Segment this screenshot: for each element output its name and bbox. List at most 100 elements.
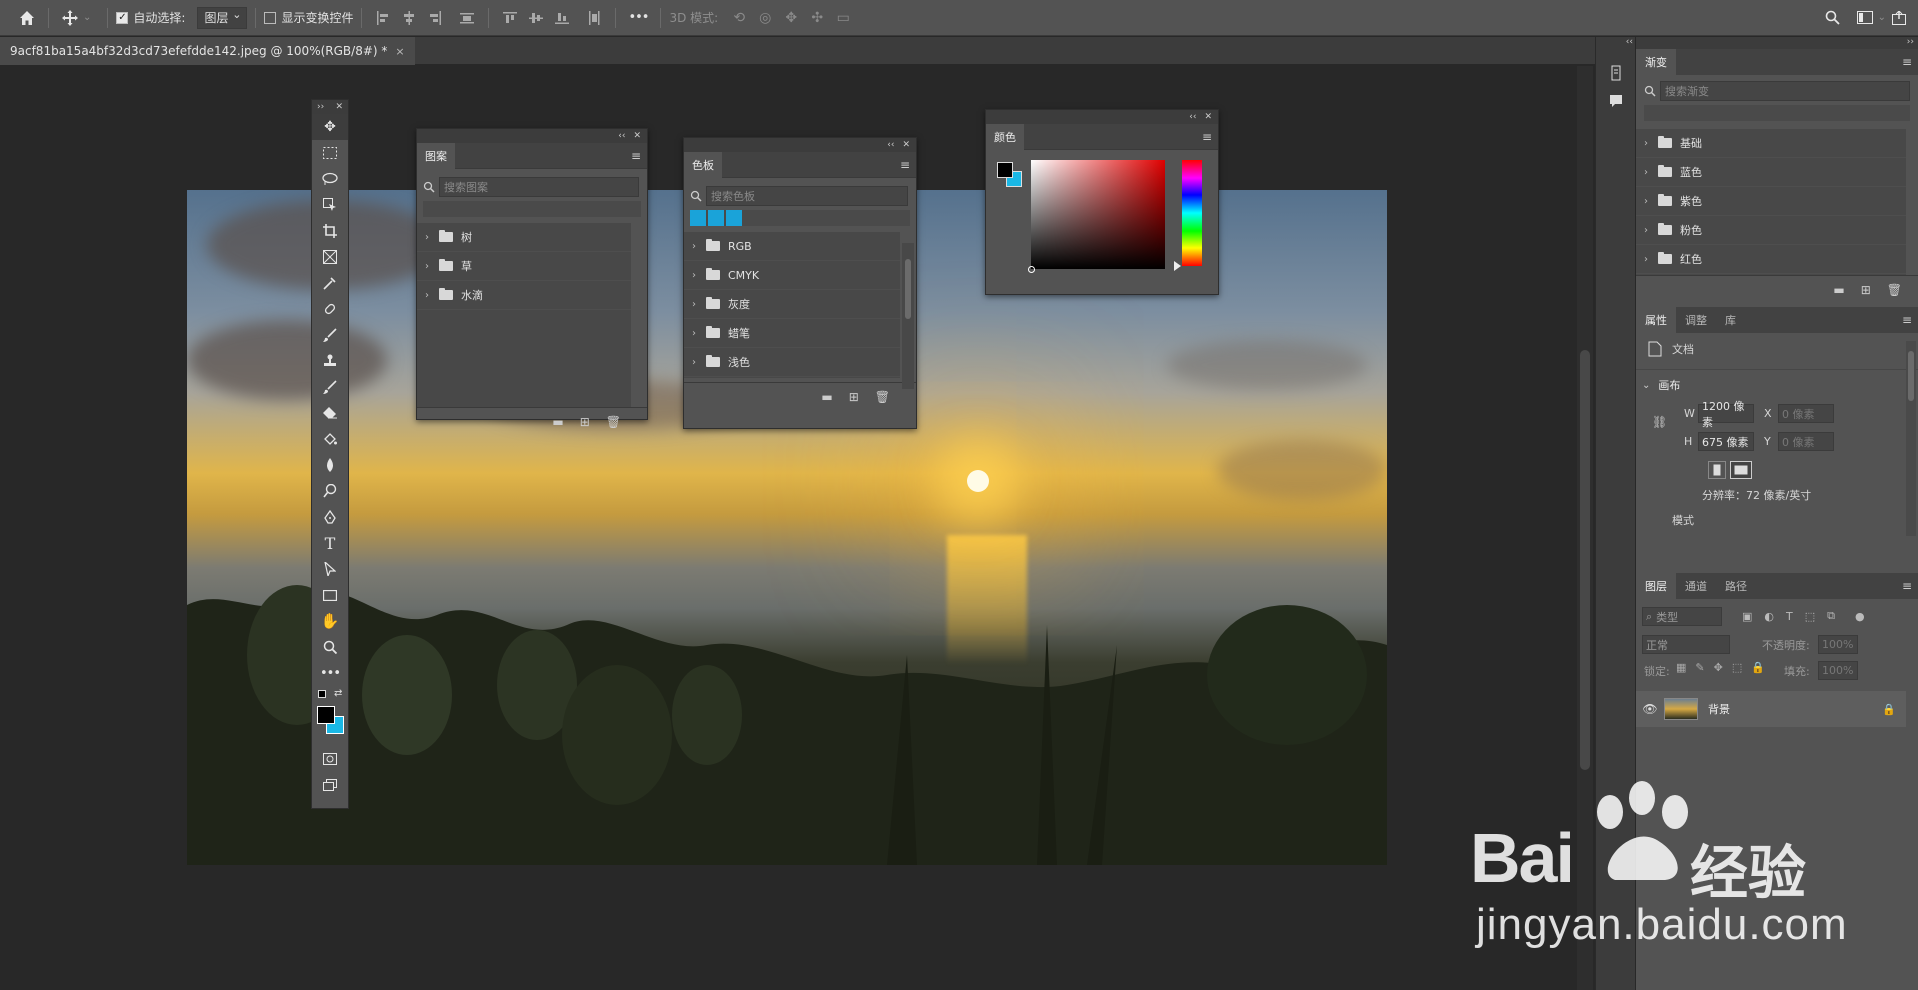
list-item[interactable]: › 水滴 (417, 281, 631, 310)
panel-menu-icon[interactable]: ≡ (1902, 55, 1912, 69)
hue-slider[interactable] (1182, 160, 1202, 266)
frame-tool[interactable] (312, 244, 348, 270)
chevron-right-icon[interactable]: › (692, 357, 698, 368)
clone-stamp-tool[interactable] (312, 348, 348, 374)
eyedropper-tool[interactable] (312, 270, 348, 296)
marquee-tool[interactable] (312, 140, 348, 166)
3d-pan-icon[interactable]: ✥ (778, 5, 804, 31)
expand-icon[interactable]: ›› (1636, 37, 1918, 49)
trash-icon[interactable]: 🗑 (606, 415, 621, 429)
tab-layers[interactable]: 图层 (1636, 573, 1676, 599)
tab-color[interactable]: 颜色 (986, 123, 1024, 150)
trash-icon[interactable]: 🗑 (875, 390, 890, 404)
history-brush-tool[interactable] (312, 374, 348, 400)
collapse-icon[interactable]: ›› (317, 102, 324, 112)
close-icon[interactable]: × (395, 45, 404, 58)
fill-field[interactable]: 100% (1818, 661, 1858, 680)
swap-colors-icon[interactable]: ⇄ (334, 688, 342, 699)
collapse-icon[interactable]: ‹‹ (1596, 37, 1635, 49)
move-tool[interactable]: ✥ (312, 114, 348, 140)
properties-scrollbar[interactable] (1906, 341, 1916, 536)
brush-tool[interactable] (312, 322, 348, 348)
collapse-icon[interactable]: ‹‹ (618, 131, 625, 141)
chevron-right-icon[interactable]: › (425, 261, 431, 272)
quick-mask-icon[interactable] (312, 746, 348, 772)
share-icon[interactable] (1886, 5, 1912, 31)
panel-titlebar[interactable]: ‹‹ ✕ (986, 110, 1218, 124)
tab-libraries[interactable]: 库 (1716, 307, 1745, 333)
foreground-color-chip[interactable] (997, 162, 1013, 178)
image-filter-icon[interactable]: ▣ (1742, 610, 1752, 623)
new-group-icon[interactable]: ▬ (821, 390, 832, 404)
link-icon[interactable]: ⛓ (1652, 415, 1667, 429)
recent-swatch[interactable] (726, 210, 742, 226)
canvas-section-header[interactable]: ⌄ 画布 (1642, 377, 1680, 393)
list-item[interactable]: › 树 (417, 223, 631, 252)
tab-properties[interactable]: 属性 (1636, 307, 1676, 333)
history-icon[interactable] (1596, 59, 1636, 87)
chevron-right-icon[interactable]: › (692, 270, 698, 281)
lock-position-icon[interactable]: ✥ (1714, 661, 1723, 674)
layer-row[interactable]: 👁 背景 🔒 (1636, 691, 1906, 727)
list-item[interactable]: › 基础 (1636, 129, 1906, 158)
saturation-brightness-field[interactable] (1031, 160, 1165, 269)
new-item-icon[interactable]: ⊞ (580, 415, 590, 429)
shape-filter-icon[interactable]: ⬚ (1805, 610, 1815, 623)
move-tool-icon[interactable] (57, 5, 83, 31)
3d-roll-icon[interactable]: ◎ (752, 5, 778, 31)
portrait-orientation-icon[interactable] (1708, 461, 1726, 479)
lock-all-icon[interactable]: 🔒 (1751, 661, 1765, 674)
align-vcenter-icon[interactable] (523, 5, 549, 31)
lock-pixels-icon[interactable]: ✎ (1695, 661, 1704, 674)
new-group-icon[interactable]: ▬ (1833, 283, 1844, 297)
zoom-tool[interactable] (312, 634, 348, 660)
list-item[interactable]: › 草 (417, 252, 631, 281)
3d-camera-icon[interactable]: ▭ (830, 5, 856, 31)
home-icon[interactable] (14, 5, 40, 31)
list-item[interactable]: › 红色 (1636, 245, 1906, 274)
swatch-search-input[interactable]: 搜索色板 (706, 186, 908, 206)
tab-gradients[interactable]: 渐变 (1636, 49, 1676, 75)
chevron-down-icon[interactable]: ⌄ (1642, 380, 1650, 391)
blend-mode-dropdown[interactable]: 正常 (1642, 635, 1730, 654)
object-select-tool[interactable] (312, 192, 348, 218)
chevron-down-icon[interactable]: ⌄ (83, 12, 91, 23)
tab-adjustments[interactable]: 调整 (1676, 307, 1716, 333)
close-icon[interactable]: ✕ (633, 131, 641, 141)
chevron-right-icon[interactable]: › (692, 299, 698, 310)
lock-transparency-icon[interactable]: ▦ (1676, 661, 1686, 674)
list-item[interactable]: › RGB (684, 232, 900, 261)
close-icon[interactable]: ✕ (902, 140, 910, 150)
workspace-icon[interactable] (1852, 5, 1878, 31)
distribute-vertical-icon[interactable] (581, 5, 607, 31)
collapse-icon[interactable]: ‹‹ (1189, 112, 1196, 122)
eraser-tool[interactable] (312, 400, 348, 426)
panel-titlebar[interactable]: ‹‹ ✕ (417, 129, 647, 143)
recent-swatch[interactable] (690, 210, 706, 226)
chevron-right-icon[interactable]: › (1644, 138, 1650, 149)
list-item[interactable]: › 紫色 (1636, 187, 1906, 216)
align-hcenter-icon[interactable] (396, 5, 422, 31)
lasso-tool[interactable] (312, 166, 348, 192)
hand-tool[interactable]: ✋ (312, 608, 348, 634)
more-options-button[interactable]: ••• (628, 10, 649, 25)
align-left-icon[interactable] (370, 5, 396, 31)
auto-select-dropdown[interactable]: 图层 (197, 6, 248, 29)
scrollbar-thumb[interactable] (905, 259, 911, 319)
height-field[interactable]: 675 像素 (1698, 432, 1754, 451)
tab-paths[interactable]: 路径 (1716, 573, 1756, 599)
3d-slide-icon[interactable]: ✣ (804, 5, 830, 31)
type-filter-icon[interactable]: T (1786, 610, 1793, 623)
chevron-right-icon[interactable]: › (692, 328, 698, 339)
search-icon[interactable] (1820, 5, 1846, 31)
smart-object-filter-icon[interactable]: ⧉ (1827, 609, 1835, 623)
pen-tool[interactable] (312, 504, 348, 530)
layer-filter-dropdown[interactable]: ⌕ 类型 (1642, 607, 1722, 626)
width-field[interactable]: 1200 像素 (1698, 400, 1754, 429)
blur-tool[interactable] (312, 452, 348, 478)
tab-patterns[interactable]: 图案 (417, 142, 455, 169)
adjustment-filter-icon[interactable]: ◐ (1764, 610, 1774, 623)
type-tool[interactable]: T (312, 530, 348, 556)
show-transform-checkbox[interactable] (264, 11, 277, 24)
list-item[interactable]: › 粉色 (1636, 216, 1906, 245)
